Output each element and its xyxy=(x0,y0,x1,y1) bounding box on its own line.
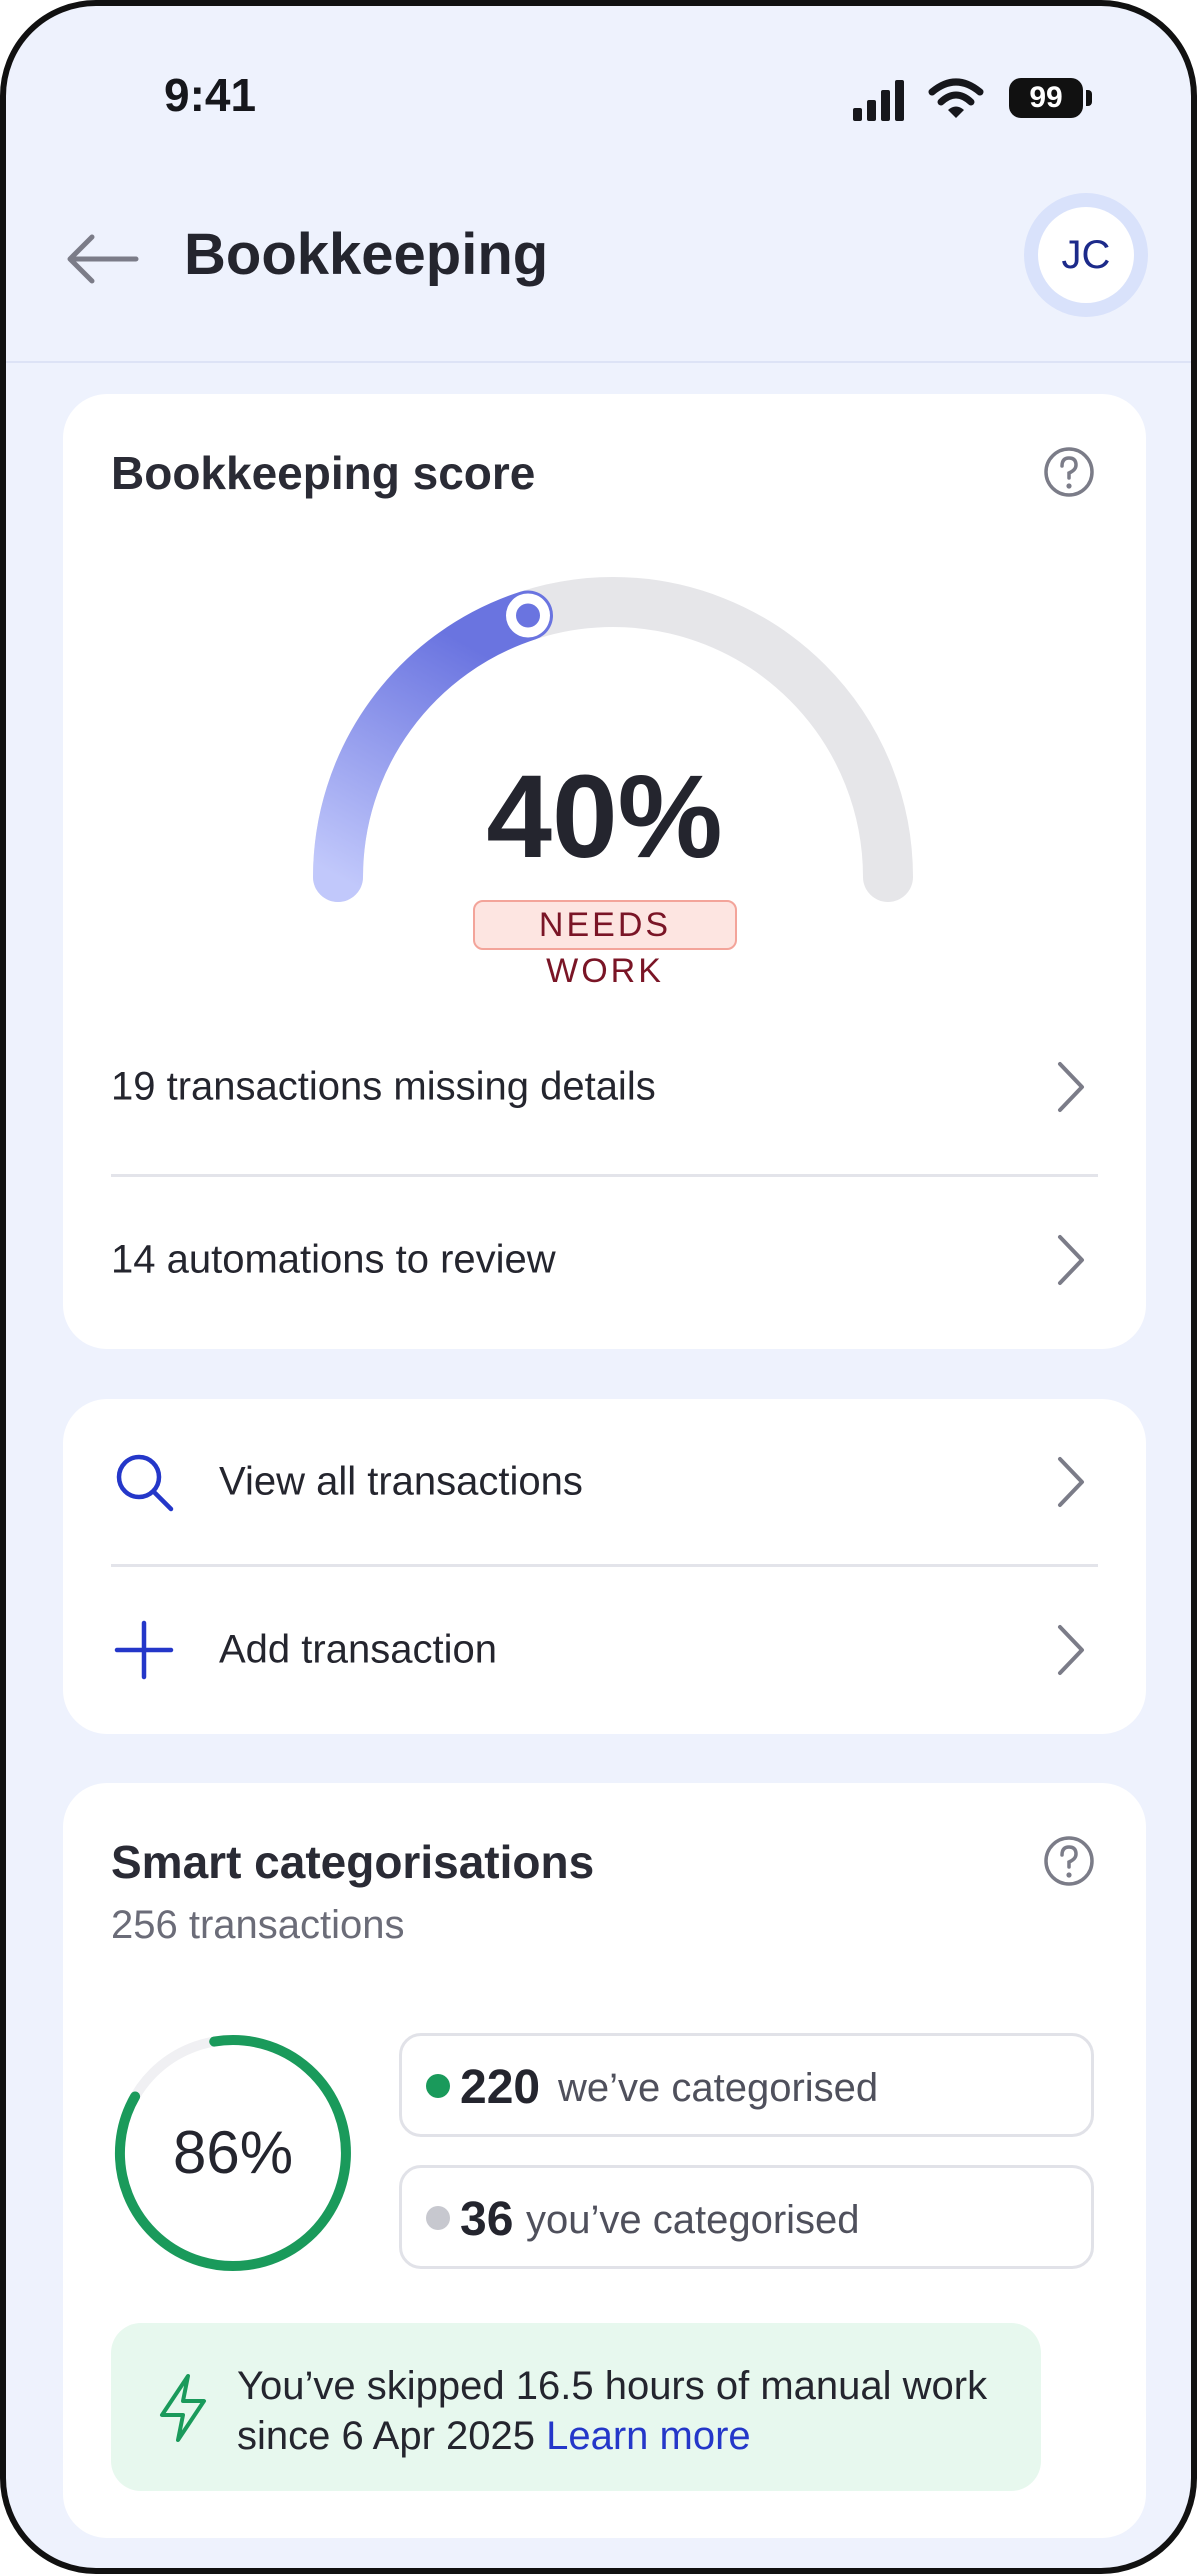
chevron-right-icon xyxy=(1058,1235,1084,1285)
view-all-transactions-row[interactable]: View all transactions xyxy=(111,1399,1098,1565)
avatar[interactable]: JC xyxy=(1024,193,1148,317)
score-value: 40% xyxy=(486,751,723,883)
score-card-title: Bookkeeping score xyxy=(111,447,536,499)
header-divider xyxy=(6,361,1191,363)
missing-details-row[interactable]: 19 transactions missing details xyxy=(111,1004,1098,1170)
help-icon[interactable] xyxy=(1043,1835,1095,1887)
categorised-percent: 86% xyxy=(172,2119,294,2186)
green-dot xyxy=(426,2074,450,2098)
status-bar: 9:41 99 xyxy=(6,6,1191,156)
automations-label: 14 automations to review xyxy=(111,1237,556,1282)
manual-count: 36 xyxy=(460,2193,514,2246)
plus-icon xyxy=(114,1620,174,1680)
phone-frame: 9:41 99 Bookkeeping JC Bookkeeping score xyxy=(0,0,1197,2574)
manual-label: you’ve categorised xyxy=(526,2198,860,2242)
lightning-icon xyxy=(160,2374,206,2442)
grey-dot xyxy=(426,2206,450,2230)
avatar-initials: JC xyxy=(1038,207,1134,303)
cellular-signal-icon xyxy=(853,80,904,121)
time-saved-banner: You’ve skipped 16.5 hours of manual work… xyxy=(111,2323,1041,2491)
add-transaction-row[interactable]: Add transaction xyxy=(111,1567,1098,1733)
chevron-right-icon xyxy=(1058,1625,1084,1675)
wifi-icon xyxy=(928,78,984,118)
battery-icon: 99 xyxy=(1009,78,1083,118)
add-transaction-label: Add transaction xyxy=(219,1627,497,1672)
chevron-right-icon xyxy=(1058,1062,1084,1112)
auto-categorised-pill: 220 we’ve categorised xyxy=(399,2033,1094,2137)
smart-card-title: Smart categorisations xyxy=(111,1836,595,1888)
status-badge: NEEDS WORK xyxy=(473,900,737,990)
missing-details-label: 19 transactions missing details xyxy=(111,1064,656,1109)
learn-more-link[interactable]: Learn more xyxy=(546,2414,751,2458)
auto-label: we’ve categorised xyxy=(558,2066,879,2110)
transactions-actions-card: View all transactions Add transaction xyxy=(63,1399,1146,1734)
automations-row[interactable]: 14 automations to review xyxy=(111,1177,1098,1343)
time-saved-text: You’ve skipped 16.5 hours of manual work… xyxy=(237,2361,1017,2461)
view-all-transactions-label: View all transactions xyxy=(219,1459,583,1504)
status-time: 9:41 xyxy=(164,69,257,121)
back-arrow-icon[interactable] xyxy=(64,231,140,287)
smart-categorisations-card: Smart categorisations 256 transactions 8… xyxy=(63,1783,1146,2538)
manual-categorised-pill: 36 you’ve categorised xyxy=(399,2165,1094,2269)
auto-count: 220 xyxy=(460,2061,541,2114)
transactions-count: 256 transactions xyxy=(111,1903,405,1947)
gauge-knob-dot xyxy=(516,603,540,628)
page-title: Bookkeeping xyxy=(184,222,549,287)
battery-tip xyxy=(1086,90,1092,106)
bookkeeping-score-card: Bookkeeping score 40% NEEDS WORK 19 tran… xyxy=(63,394,1146,1349)
help-icon[interactable] xyxy=(1043,446,1095,498)
chevron-right-icon xyxy=(1058,1457,1084,1507)
search-icon xyxy=(116,1454,174,1512)
